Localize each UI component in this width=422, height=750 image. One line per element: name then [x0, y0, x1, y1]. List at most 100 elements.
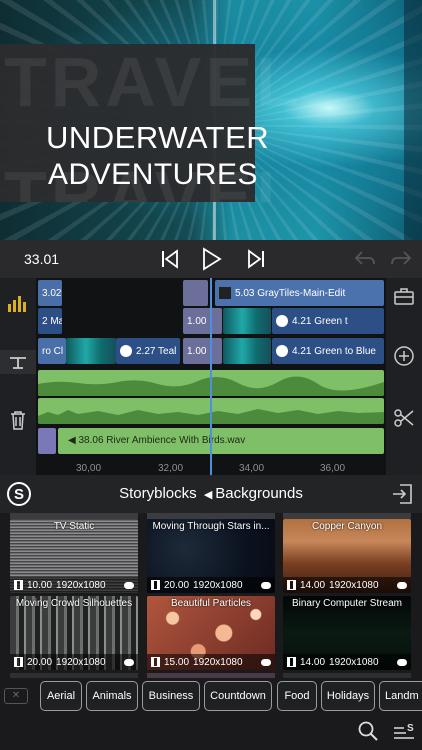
audio-levels-icon[interactable]	[6, 290, 30, 314]
clip-label: 3.02	[42, 287, 62, 299]
media-grid[interactable]: TV Static 10.00 1920x1080 Moving Through…	[0, 513, 422, 678]
palette-icon	[120, 345, 132, 357]
film-icon	[151, 657, 160, 667]
clip-teal[interactable]: 2.27 Teal	[116, 338, 180, 364]
tile-duration: 20.00	[27, 656, 53, 668]
add-icon[interactable]	[392, 344, 416, 368]
tile-meta: 15.00 1920x1080	[147, 654, 275, 670]
clip-video-thumb[interactable]	[223, 308, 271, 334]
cloud-icon	[397, 658, 407, 666]
speaker-icon: ◀	[68, 435, 76, 446]
search-icon[interactable]	[357, 720, 379, 742]
title-card: TRAVEL TRAVEL UNDERWATER ADVENTURES	[0, 43, 299, 202]
tile-meta: 14.00 1920x1080	[283, 577, 411, 593]
playhead[interactable]	[210, 278, 212, 475]
timecode: 33.01	[24, 251, 60, 267]
clip-green-to-blue[interactable]: 4.21 Green to Blue	[272, 338, 384, 364]
timeline-ruler: 30,00 32,00 34,00 36,00	[36, 458, 386, 475]
tile-meta: 10.00 1920x1080	[10, 577, 138, 593]
clip-label: 5.03 GrayTiles-Main-Edit	[235, 287, 346, 299]
tile-resolution: 1920x1080	[329, 579, 379, 591]
media-tile[interactable]: TV Static 10.00 1920x1080	[10, 519, 138, 593]
chip-countdown[interactable]: Countdown	[204, 681, 272, 711]
storyblocks-menu-icon[interactable]: S	[392, 720, 416, 742]
media-tile[interactable]: Moving Crowd Silhouettes 20.00 1920x1080	[10, 596, 138, 670]
transition-track1[interactable]	[183, 280, 208, 306]
play-icon[interactable]	[198, 246, 224, 272]
chip-holidays[interactable]: Holidays	[321, 681, 375, 711]
film-icon	[14, 657, 23, 667]
tile-name: Moving Through Stars in...	[152, 521, 270, 532]
tile-meta: 20.00 1920x1080	[10, 654, 138, 670]
tile-name: Binary Computer Stream	[291, 598, 403, 609]
tile-name: Beautiful Particles	[170, 598, 252, 609]
media-tile[interactable]: Moving Through Stars in... 20.00 1920x10…	[147, 519, 275, 593]
toolbox-icon[interactable]	[392, 284, 416, 308]
clip-video-thumb-2[interactable]	[223, 338, 271, 364]
tile-resolution: 1920x1080	[329, 656, 379, 668]
media-tile[interactable]: Binary Computer Stream 14.00 1920x1080	[283, 596, 411, 670]
transition-track3[interactable]: 1.00	[183, 338, 222, 364]
chip-aerial[interactable]: Aerial	[40, 681, 82, 711]
tile-name: Copper Canyon	[311, 521, 383, 532]
tile-duration: 20.00	[164, 579, 190, 591]
clip-label: 1.00	[187, 345, 207, 357]
video-preview[interactable]: TRAVEL TRAVEL UNDERWATER ADVENTURES	[0, 0, 422, 240]
category-chips: ✕ Aerial Animals Business Countdown Food…	[0, 678, 422, 714]
exit-library-icon[interactable]	[390, 482, 414, 506]
clip-track1-a[interactable]: 3.02	[38, 280, 62, 306]
clip-audio-stub[interactable]	[38, 428, 56, 454]
library-source[interactable]: Storyblocks	[119, 485, 197, 502]
clear-filter-icon[interactable]: ✕	[4, 688, 28, 704]
chip-food[interactable]: Food	[277, 681, 317, 711]
title-clip-icon	[219, 287, 231, 299]
mic-stand-icon[interactable]	[0, 350, 36, 374]
ruler-tick: 36,00	[320, 463, 346, 474]
skip-back-icon[interactable]	[157, 246, 183, 272]
clip-video-teal[interactable]	[66, 338, 116, 364]
tile-duration: 10.00	[27, 579, 53, 591]
timeline[interactable]: 3.02 5.03 GrayTiles-Main-Edit 2 Ma 1.00 …	[0, 278, 422, 475]
chip-business[interactable]: Business	[142, 681, 200, 711]
library-category[interactable]: Backgrounds	[215, 485, 303, 502]
tile-duration: 14.00	[300, 656, 326, 668]
library-header: S Storyblocks ◀ Backgrounds	[0, 475, 422, 513]
undo-icon[interactable]	[352, 246, 378, 272]
clip-green-t[interactable]: 4.21 Green t	[272, 308, 384, 334]
tile-resolution: 1920x1080	[193, 656, 243, 668]
chevron-left-icon: ◀	[203, 489, 213, 501]
trash-icon[interactable]	[6, 408, 30, 432]
ruler-tick: 34,00	[239, 463, 265, 474]
ghost-title-top: TRAVEL	[4, 43, 303, 121]
palette-icon	[276, 315, 288, 327]
film-icon	[151, 580, 160, 590]
clip-label: 1.00	[187, 315, 207, 327]
tile-resolution: 1920x1080	[193, 579, 243, 591]
chip-animals[interactable]: Animals	[86, 681, 138, 711]
cloud-icon	[261, 581, 271, 589]
scissors-icon[interactable]	[392, 406, 416, 430]
tile-meta: 20.00 1920x1080	[147, 577, 275, 593]
clip-label: ro Cl	[42, 345, 64, 357]
tile-resolution: 1920x1080	[56, 579, 106, 591]
clip-graytiles[interactable]: 5.03 GrayTiles-Main-Edit	[215, 280, 384, 306]
preview-edge	[404, 0, 422, 240]
cloud-icon	[124, 581, 134, 589]
library-breadcrumb: Storyblocks ◀ Backgrounds	[0, 485, 422, 502]
cloud-icon	[261, 658, 271, 666]
transition-track2[interactable]: 1.00	[183, 308, 222, 334]
media-tile[interactable]: Copper Canyon 14.00 1920x1080	[283, 519, 411, 593]
media-tile[interactable]: Beautiful Particles 15.00 1920x1080	[147, 596, 275, 670]
clip-intro[interactable]: ro Cl	[38, 338, 66, 364]
audio-clip-label: 38.06 River Ambience With Birds.wav	[78, 435, 246, 446]
skip-forward-icon[interactable]	[243, 246, 269, 272]
clip-track2-a[interactable]: 2 Ma	[38, 308, 62, 334]
palette-icon	[276, 345, 288, 357]
ruler-tick: 30,00	[76, 463, 102, 474]
cloud-icon	[124, 658, 134, 666]
chip-landmarks[interactable]: Landm	[379, 681, 422, 711]
tile-resolution: 1920x1080	[56, 656, 106, 668]
redo-icon[interactable]	[388, 246, 414, 272]
film-icon	[287, 657, 296, 667]
audio-river-ambience[interactable]: ◀ 38.06 River Ambience With Birds.wav	[58, 428, 384, 454]
